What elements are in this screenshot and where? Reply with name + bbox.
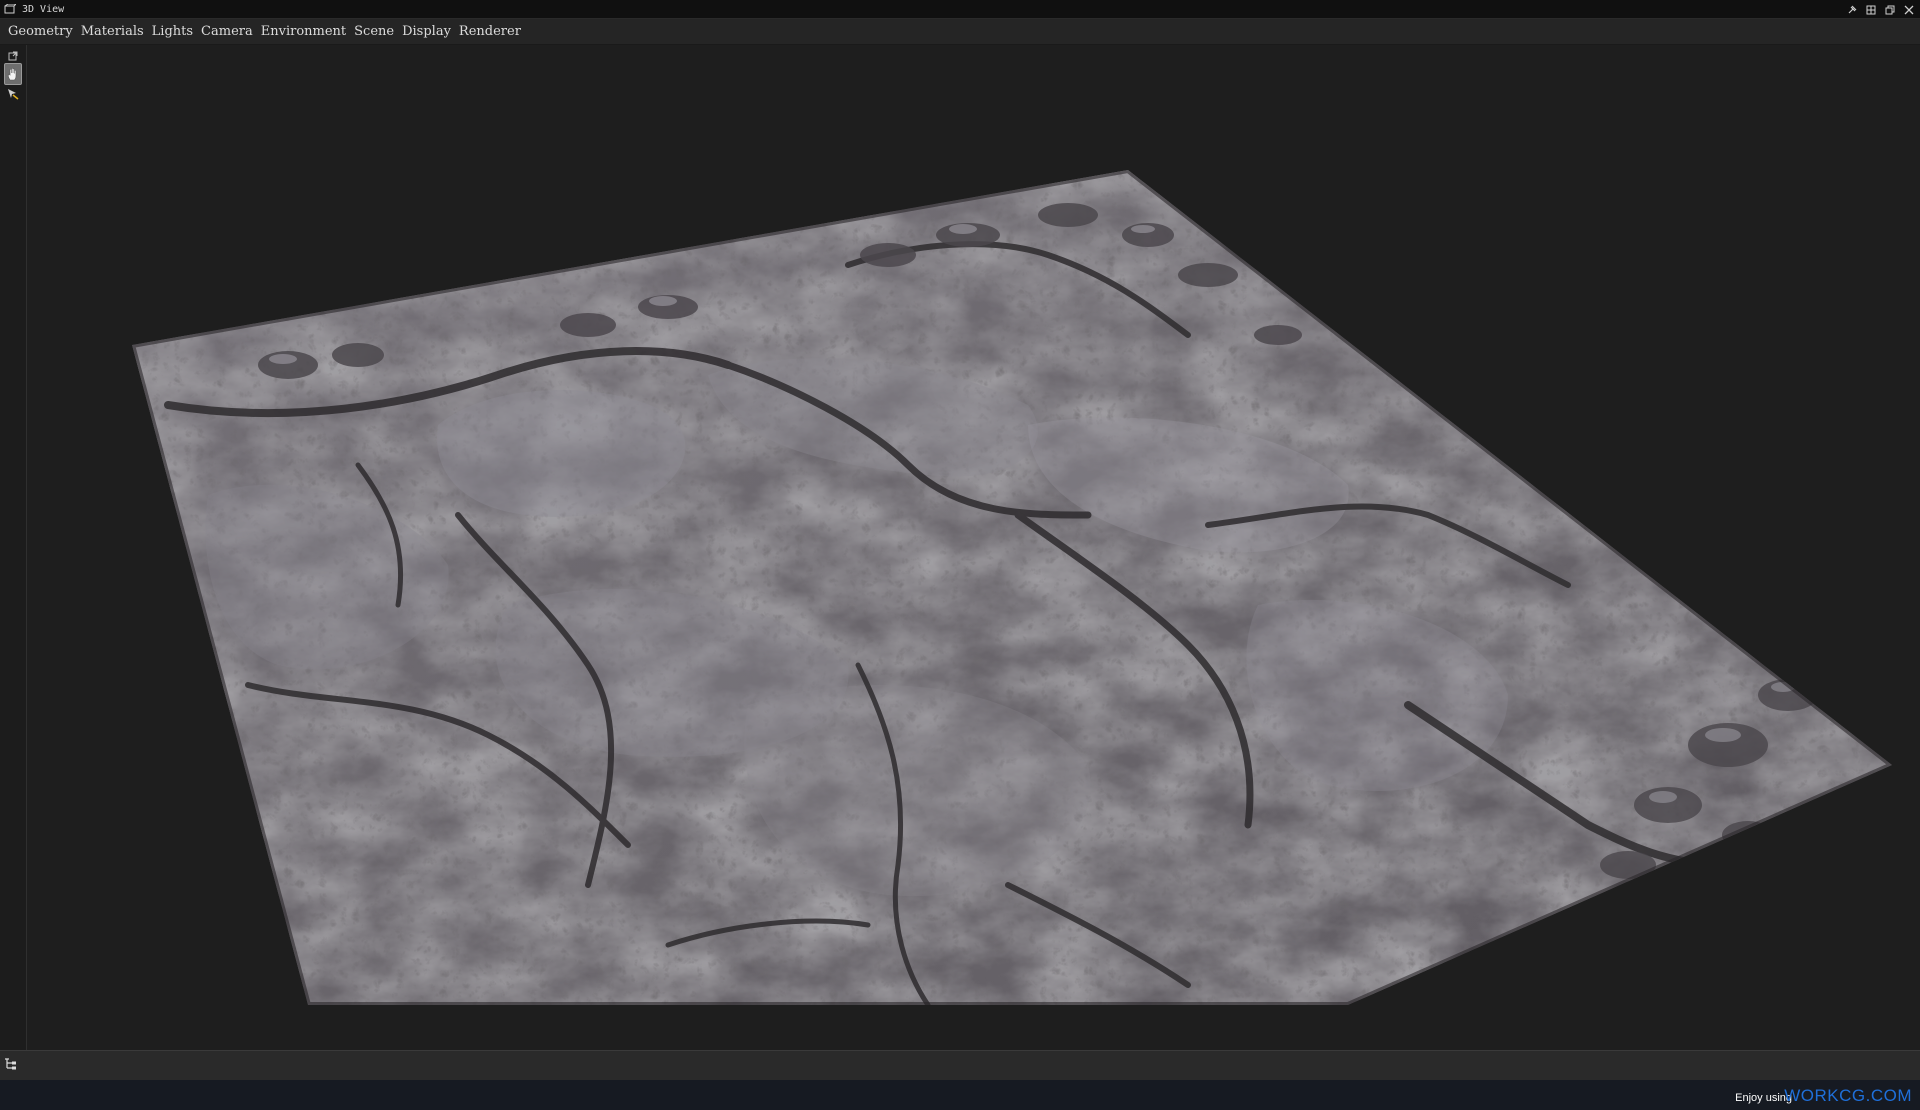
- status-bar: [0, 1050, 1920, 1080]
- menu-camera[interactable]: Camera: [197, 21, 257, 42]
- menu-lights[interactable]: Lights: [148, 21, 197, 42]
- restore-icon[interactable]: [1880, 0, 1899, 19]
- footer-bar: Enjoy using WORKCG.COM: [0, 1080, 1920, 1110]
- menu-environment[interactable]: Environment: [257, 21, 350, 42]
- terrain-render: [132, 170, 1892, 1005]
- menu-display[interactable]: Display: [398, 21, 455, 42]
- close-icon[interactable]: [1899, 0, 1918, 19]
- menu-geometry[interactable]: Geometry: [4, 21, 77, 42]
- pin-icon[interactable]: [1842, 0, 1861, 19]
- tool-strip: [0, 45, 27, 1050]
- pick-arrow-icon[interactable]: [4, 85, 22, 103]
- title-bar: 3D View: [0, 0, 1920, 19]
- viewport-3d[interactable]: [28, 45, 1920, 1050]
- app-icon: [4, 4, 16, 14]
- tree-hierarchy-icon[interactable]: [4, 1057, 18, 1075]
- menu-materials[interactable]: Materials: [77, 21, 148, 42]
- window-controls: [1842, 0, 1918, 19]
- menu-renderer[interactable]: Renderer: [455, 21, 525, 42]
- brand-watermark: WORKCG.COM: [1784, 1086, 1912, 1105]
- layout-icon[interactable]: [1861, 0, 1880, 19]
- menu-scene[interactable]: Scene: [350, 21, 398, 42]
- window-title: 3D View: [22, 3, 65, 15]
- menu-bar: Geometry Materials Lights Camera Environ…: [0, 19, 1920, 45]
- hand-pan-icon[interactable]: [4, 63, 22, 85]
